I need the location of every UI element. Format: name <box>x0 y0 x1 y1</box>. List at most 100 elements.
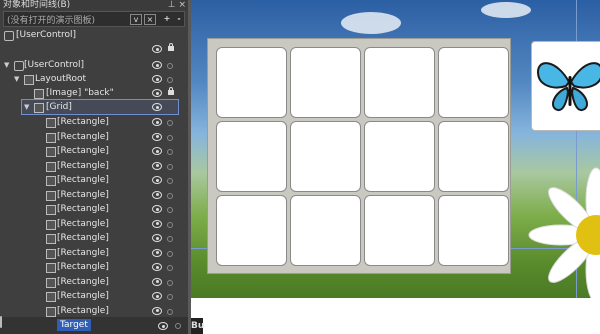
visibility-eye-icon[interactable] <box>152 190 162 199</box>
tree-item-grid[interactable]: ▼ [Grid] <box>21 99 179 115</box>
visibility-eye-icon[interactable] <box>152 75 162 83</box>
bottom-tab[interactable]: Bu <box>191 318 204 334</box>
tree-item-rectangle[interactable]: [Rectangle] <box>0 260 180 274</box>
tree-item-label: [Rectangle] <box>57 305 109 316</box>
expand-caret-icon[interactable]: ▼ <box>24 100 29 114</box>
design-canvas[interactable] <box>191 0 600 298</box>
tree-item-rectangle[interactable]: [Rectangle] <box>0 173 180 187</box>
lock-dot-icon[interactable] <box>167 279 173 286</box>
lock-dot-icon[interactable] <box>167 178 173 184</box>
lock-dot-icon[interactable] <box>167 149 173 155</box>
tree-item-rectangle[interactable]: [Rectangle] <box>0 188 180 202</box>
lock-dot-icon[interactable] <box>167 221 173 228</box>
tree-item-rectangle[interactable]: [Rectangle] <box>0 144 180 158</box>
grid-cell[interactable] <box>216 121 287 192</box>
butterfly-target-piece[interactable] <box>531 41 600 131</box>
tree-item-label: [Rectangle] <box>57 146 109 156</box>
tree-item-rectangle[interactable]: [Rectangle] <box>0 246 180 260</box>
tree-item-rectangle[interactable]: [Rectangle] <box>0 202 180 216</box>
lock-dot-icon[interactable] <box>167 265 173 271</box>
grid-cell[interactable] <box>364 195 435 266</box>
lock-dot-icon[interactable] <box>167 207 173 213</box>
puzzle-grid[interactable] <box>207 38 511 274</box>
visibility-eye-icon[interactable] <box>152 176 162 184</box>
visibility-eye-icon[interactable] <box>152 147 162 155</box>
storyboard-placeholder: (没有打开的演示图板) <box>7 16 96 26</box>
visibility-eye-icon[interactable] <box>152 219 162 228</box>
tree-item-rectangle[interactable]: [Rectangle] <box>0 275 180 289</box>
visibility-eye-icon[interactable] <box>152 89 162 97</box>
visibility-eye-icon[interactable] <box>152 292 162 300</box>
pin-icon[interactable]: ⊥ <box>168 0 176 10</box>
tree-item-layoutroot[interactable]: ▼ LayoutRoot <box>0 72 180 86</box>
tree-item-label: [Rectangle] <box>57 276 109 287</box>
expand-caret-icon[interactable]: ▼ <box>14 72 19 86</box>
lock-dot-icon[interactable] <box>167 294 173 300</box>
visibility-eye-icon[interactable] <box>152 161 162 170</box>
lock-dot-icon[interactable] <box>167 120 173 126</box>
rectangle-icon <box>46 147 56 157</box>
tree-item-rectangle[interactable]: [Rectangle] <box>0 130 180 144</box>
storyboard-picker[interactable]: (没有打开的演示图板) v × + - <box>3 11 185 27</box>
grid-cell[interactable] <box>290 195 361 266</box>
grid-cell[interactable] <box>290 121 361 192</box>
tree-item-rectangle[interactable]: [Rectangle] <box>0 217 180 231</box>
lock-dot-icon[interactable] <box>167 134 173 141</box>
visibility-eye-icon[interactable] <box>152 234 162 242</box>
usercontrol-icon <box>14 61 24 71</box>
tree-item-usercontrol-root[interactable]: [UserControl] <box>0 28 180 42</box>
tree-item-label: [Rectangle] <box>57 117 109 127</box>
usercontrol-icon <box>0 316 2 328</box>
expand-caret-icon[interactable]: ▼ <box>4 58 9 72</box>
lock-icon[interactable] <box>168 87 174 95</box>
visibility-eye-icon[interactable] <box>152 277 162 286</box>
grid-cell[interactable] <box>438 121 509 192</box>
close-icon[interactable]: × <box>178 0 186 10</box>
tree-item-label: [Rectangle] <box>57 204 109 214</box>
tree-item-target[interactable]: Target <box>0 316 188 334</box>
rectangle-icon <box>46 306 56 317</box>
lock-dot-icon[interactable] <box>167 163 173 170</box>
grid-cell[interactable] <box>290 47 361 118</box>
lock-dot-icon[interactable] <box>175 323 181 329</box>
visibility-eye-icon[interactable] <box>158 322 168 330</box>
tree-item-label: [Rectangle] <box>57 218 109 229</box>
lock-dot-icon[interactable] <box>167 192 173 199</box>
visibility-eye-icon[interactable] <box>152 61 162 69</box>
lock-dot-icon[interactable] <box>167 250 173 257</box>
tree-item-label: [Rectangle] <box>57 189 109 200</box>
grid-cell[interactable] <box>364 47 435 118</box>
storyboard-options-button[interactable]: - <box>174 14 184 23</box>
tree-item-image[interactable]: [Image] "back" <box>0 86 180 100</box>
lock-dot-icon[interactable] <box>167 236 173 242</box>
tree-item-rectangle[interactable]: [Rectangle] <box>0 159 180 173</box>
grid-cell[interactable] <box>438 47 509 118</box>
grid-cell[interactable] <box>364 121 435 192</box>
visibility-eye-icon[interactable] <box>152 248 162 257</box>
storyboard-dropdown-button[interactable]: v <box>130 14 142 25</box>
cloud-decoration <box>341 12 401 34</box>
lock-dot-icon[interactable] <box>167 308 173 315</box>
lock-dot-icon[interactable] <box>167 63 173 69</box>
close-storyboard-button[interactable]: × <box>144 14 156 25</box>
tree-item-usercontrol[interactable]: ▼ [UserControl] <box>0 58 180 72</box>
visibility-eye-icon[interactable] <box>152 45 162 53</box>
lock-dot-icon[interactable] <box>167 77 173 83</box>
visibility-eye-icon[interactable] <box>152 118 162 126</box>
rectangle-icon <box>46 292 56 302</box>
visibility-eye-icon[interactable] <box>152 103 162 111</box>
lock-icon[interactable] <box>168 43 174 51</box>
rectangle-icon <box>46 176 56 186</box>
tree-item-rectangle[interactable]: [Rectangle] <box>0 289 180 303</box>
tree-item-rectangle[interactable]: [Rectangle] <box>0 304 180 318</box>
grid-cell[interactable] <box>438 195 509 266</box>
add-storyboard-button[interactable]: + <box>162 14 172 23</box>
visibility-eye-icon[interactable] <box>152 205 162 213</box>
grid-cell[interactable] <box>216 47 287 118</box>
grid-cell[interactable] <box>216 195 287 266</box>
visibility-eye-icon[interactable] <box>152 263 162 271</box>
tree-item-rectangle[interactable]: [Rectangle] <box>0 115 180 129</box>
tree-item-rectangle[interactable]: [Rectangle] <box>0 231 180 245</box>
visibility-eye-icon[interactable] <box>152 306 162 315</box>
visibility-eye-icon[interactable] <box>152 132 162 141</box>
